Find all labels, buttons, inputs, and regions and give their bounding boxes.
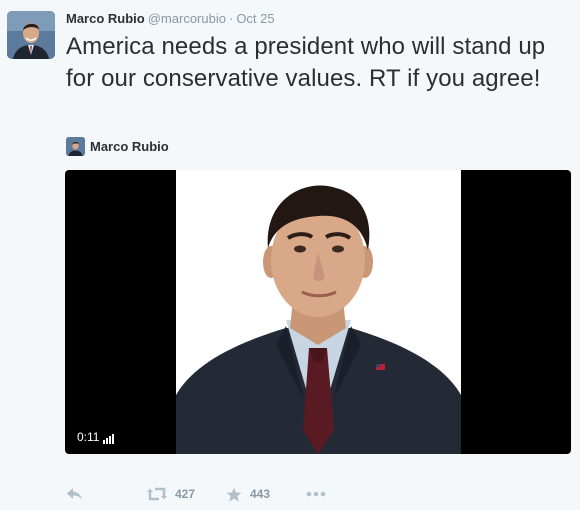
card-author-avatar-image: [66, 136, 85, 156]
tweet-text: America needs a president who will stand…: [66, 33, 546, 92]
author-username[interactable]: @marcorubio: [148, 11, 226, 26]
tweet-actions: 427 443: [66, 484, 326, 504]
tweet-header: Marco Rubio @marcorubio · Oct 25: [66, 10, 275, 28]
avatar[interactable]: [7, 11, 55, 59]
reply-button[interactable]: [66, 487, 147, 501]
author-fullname[interactable]: Marco Rubio: [66, 11, 145, 26]
star-icon: [226, 487, 242, 501]
reply-icon: [67, 488, 82, 500]
separator-dot: ·: [228, 11, 234, 26]
tweet: Marco Rubio @marcorubio · Oct 25 America ne…: [0, 0, 580, 510]
video-frame: [176, 170, 461, 454]
favorite-button[interactable]: 443: [226, 487, 306, 502]
more-button[interactable]: [306, 491, 326, 497]
avatar-image: [7, 11, 55, 59]
retweet-button[interactable]: 427: [147, 487, 226, 501]
card-author[interactable]: Marco Rubio: [66, 136, 169, 156]
card-author-name: Marco Rubio: [90, 138, 169, 154]
volume-bars-icon[interactable]: [103, 434, 115, 444]
favorite-count: 443: [250, 487, 271, 501]
more-icon: [306, 491, 326, 497]
card-author-avatar: [66, 136, 85, 156]
video-player[interactable]: 0:11: [65, 170, 571, 454]
video-duration: 0:11: [77, 430, 115, 444]
retweet-icon: [147, 487, 167, 501]
video-duration-text: 0:11: [77, 430, 100, 444]
video-still-image: [176, 170, 461, 454]
tweet-timestamp[interactable]: Oct 25: [236, 11, 274, 26]
retweet-count: 427: [175, 487, 196, 501]
